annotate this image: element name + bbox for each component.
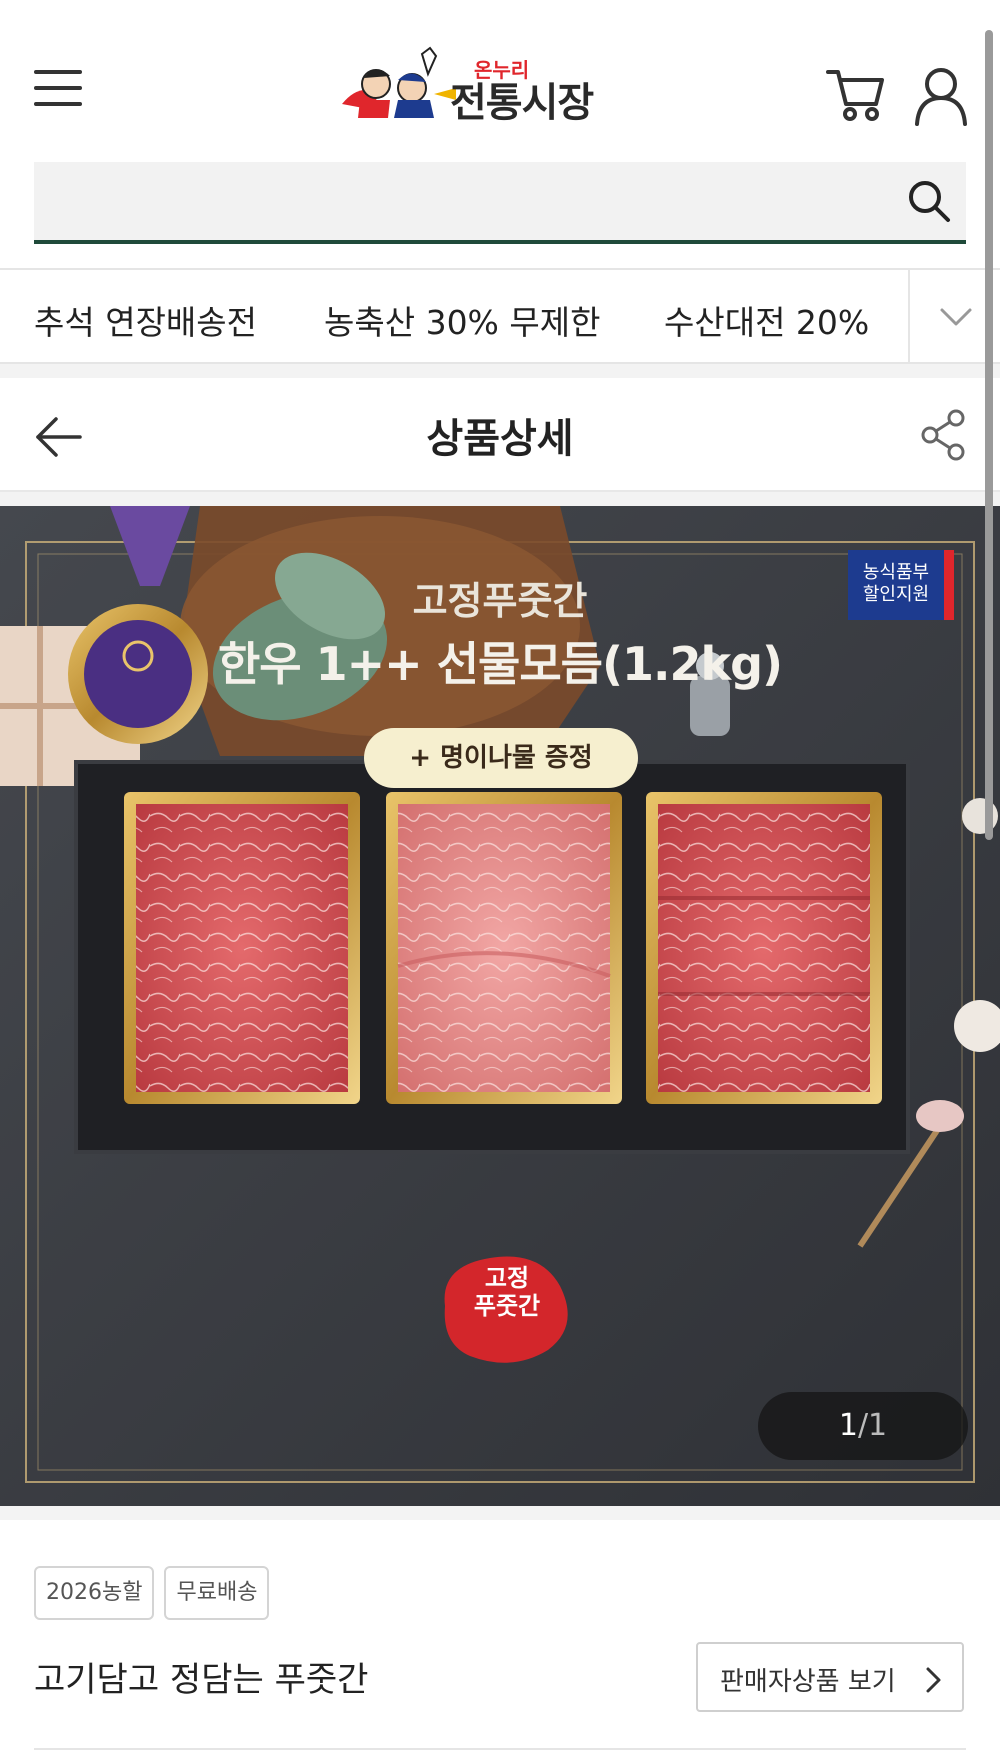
detail-header: 상품상세 [0,378,1000,492]
section-divider [0,492,1000,506]
search-input[interactable] [54,176,874,226]
category-bar: 추석 연장배송전 농축산 30% 무제한 수산대전 20% [0,268,1000,364]
gov-discount-badge: 농식품부 할인지원 [848,550,954,620]
category-chuseok[interactable]: 추석 연장배송전 [34,296,257,344]
image-headline-text: 한우 1++ 선물모듬(1.2kg) [217,637,783,691]
seal-line2: 푸줏간 [473,1291,541,1320]
page-current: 1 [838,1408,858,1443]
view-seller-products-button[interactable]: 판매자상품 보기 [696,1642,964,1712]
site-logo[interactable]: 온누리 전통시장 [338,40,598,130]
menu-icon[interactable] [34,70,82,110]
category-agri-livestock[interactable]: 농축산 30% 무제한 [324,296,601,344]
section-divider [0,1506,1000,1520]
logo-mascot-icon [342,46,456,118]
share-icon[interactable] [918,408,968,462]
page-scrollbar[interactable] [985,30,993,840]
page-title: 상품상세 [426,416,574,462]
seal-line1: 고정 [484,1263,530,1292]
section-divider [0,364,1000,378]
gift-pill: + 명이나물 증정 [364,728,638,788]
page-total: /1 [857,1408,888,1443]
chevron-right-icon [926,1667,941,1693]
gov-badge-line2: 할인지원 [862,584,930,605]
logo-main-text: 전통시장 [450,80,594,126]
view-seller-products-label: 판매자상품 보기 [720,1667,896,1697]
user-icon[interactable] [914,66,968,126]
brand-seal-text: 고정 푸줏간 [452,1264,562,1320]
divider-line [34,1748,966,1750]
category-seafood[interactable]: 수산대전 20% [664,296,869,344]
product-image[interactable]: 고정푸줏간 한우 1++ 선물모듬(1.2kg) + 명이나물 증정 농식품부 … [0,506,1000,1506]
gov-badge-line1: 농식품부 [862,562,930,583]
search-bar [34,162,966,244]
badge-nonghal: 2026농할 [34,1566,155,1620]
seller-name[interactable]: 고기담고 정담는 푸줏간 [34,1652,368,1701]
top-bar: 온누리 전통시장 [0,0,1000,160]
cart-icon[interactable] [826,64,886,124]
search-icon[interactable] [906,178,952,224]
product-badges: 2026농할 무료배송 [34,1566,279,1620]
image-page-indicator: 1/1 [758,1392,968,1460]
badge-free-shipping: 무료배송 [164,1566,270,1620]
